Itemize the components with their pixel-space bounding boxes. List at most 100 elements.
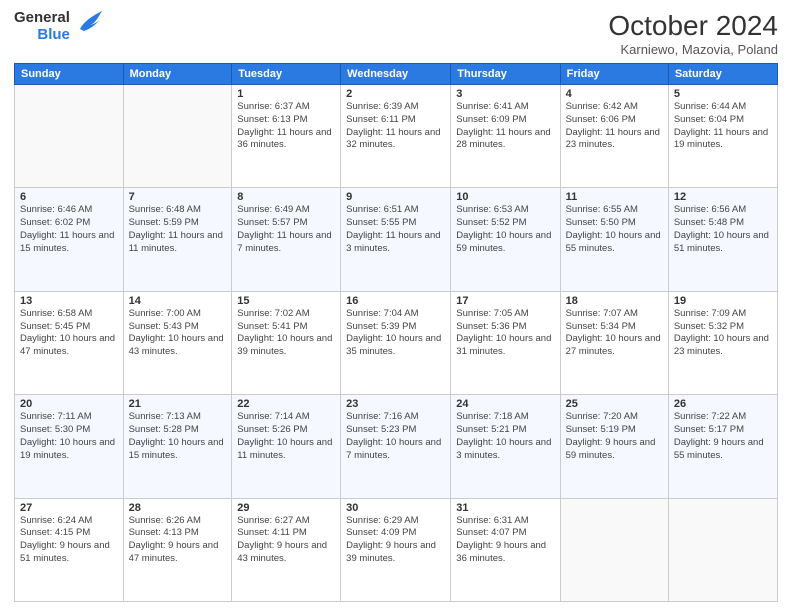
day-number: 18	[566, 295, 663, 307]
day-info: Sunrise: 6:58 AM Sunset: 5:45 PM Dayligh…	[20, 308, 118, 359]
day-info: Sunrise: 6:42 AM Sunset: 6:06 PM Dayligh…	[566, 101, 663, 152]
day-info: Sunrise: 7:14 AM Sunset: 5:26 PM Dayligh…	[237, 411, 335, 462]
calendar-day-header: Tuesday	[232, 64, 341, 85]
calendar-day-header: Thursday	[451, 64, 560, 85]
day-number: 24	[456, 398, 554, 410]
day-info: Sunrise: 7:00 AM Sunset: 5:43 PM Dayligh…	[129, 308, 227, 359]
day-info: Sunrise: 6:24 AM Sunset: 4:15 PM Dayligh…	[20, 515, 118, 566]
day-number: 25	[566, 398, 663, 410]
day-info: Sunrise: 6:44 AM Sunset: 6:04 PM Dayligh…	[674, 101, 772, 152]
calendar-day-cell	[15, 85, 124, 188]
day-number: 27	[20, 502, 118, 514]
day-info: Sunrise: 6:53 AM Sunset: 5:52 PM Dayligh…	[456, 204, 554, 255]
logo-general-text: General	[14, 10, 70, 27]
day-info: Sunrise: 6:51 AM Sunset: 5:55 PM Dayligh…	[346, 204, 445, 255]
day-info: Sunrise: 7:13 AM Sunset: 5:28 PM Dayligh…	[129, 411, 227, 462]
day-number: 17	[456, 295, 554, 307]
page: General Blue October 2024 Karniewo, Mazo…	[0, 0, 792, 612]
day-info: Sunrise: 7:18 AM Sunset: 5:21 PM Dayligh…	[456, 411, 554, 462]
day-number: 23	[346, 398, 445, 410]
day-info: Sunrise: 6:46 AM Sunset: 6:02 PM Dayligh…	[20, 204, 118, 255]
day-info: Sunrise: 7:22 AM Sunset: 5:17 PM Dayligh…	[674, 411, 772, 462]
calendar-day-cell: 27Sunrise: 6:24 AM Sunset: 4:15 PM Dayli…	[15, 498, 124, 601]
calendar-day-cell: 25Sunrise: 7:20 AM Sunset: 5:19 PM Dayli…	[560, 395, 668, 498]
day-info: Sunrise: 6:55 AM Sunset: 5:50 PM Dayligh…	[566, 204, 663, 255]
calendar-header-row: SundayMondayTuesdayWednesdayThursdayFrid…	[15, 64, 778, 85]
day-number: 8	[237, 191, 335, 203]
calendar-day-cell: 31Sunrise: 6:31 AM Sunset: 4:07 PM Dayli…	[451, 498, 560, 601]
logo-bird-icon	[76, 7, 104, 42]
day-info: Sunrise: 6:27 AM Sunset: 4:11 PM Dayligh…	[237, 515, 335, 566]
day-number: 13	[20, 295, 118, 307]
calendar-day-cell: 6Sunrise: 6:46 AM Sunset: 6:02 PM Daylig…	[15, 188, 124, 291]
calendar-day-cell: 8Sunrise: 6:49 AM Sunset: 5:57 PM Daylig…	[232, 188, 341, 291]
day-number: 11	[566, 191, 663, 203]
day-info: Sunrise: 6:29 AM Sunset: 4:09 PM Dayligh…	[346, 515, 445, 566]
day-number: 12	[674, 191, 772, 203]
day-number: 19	[674, 295, 772, 307]
day-info: Sunrise: 7:04 AM Sunset: 5:39 PM Dayligh…	[346, 308, 445, 359]
day-number: 20	[20, 398, 118, 410]
calendar-day-cell: 5Sunrise: 6:44 AM Sunset: 6:04 PM Daylig…	[668, 85, 777, 188]
calendar-week-row: 1Sunrise: 6:37 AM Sunset: 6:13 PM Daylig…	[15, 85, 778, 188]
calendar-day-cell: 14Sunrise: 7:00 AM Sunset: 5:43 PM Dayli…	[123, 291, 232, 394]
day-number: 6	[20, 191, 118, 203]
day-number: 30	[346, 502, 445, 514]
logo-blue-text: Blue	[37, 27, 70, 44]
calendar-day-header: Wednesday	[341, 64, 451, 85]
day-info: Sunrise: 6:41 AM Sunset: 6:09 PM Dayligh…	[456, 101, 554, 152]
day-info: Sunrise: 7:07 AM Sunset: 5:34 PM Dayligh…	[566, 308, 663, 359]
calendar-week-row: 6Sunrise: 6:46 AM Sunset: 6:02 PM Daylig…	[15, 188, 778, 291]
day-info: Sunrise: 7:16 AM Sunset: 5:23 PM Dayligh…	[346, 411, 445, 462]
calendar-day-cell: 7Sunrise: 6:48 AM Sunset: 5:59 PM Daylig…	[123, 188, 232, 291]
day-number: 2	[346, 88, 445, 100]
month-title: October 2024	[608, 10, 778, 42]
day-info: Sunrise: 7:09 AM Sunset: 5:32 PM Dayligh…	[674, 308, 772, 359]
day-number: 9	[346, 191, 445, 203]
day-info: Sunrise: 6:37 AM Sunset: 6:13 PM Dayligh…	[237, 101, 335, 152]
day-number: 29	[237, 502, 335, 514]
calendar-day-header: Saturday	[668, 64, 777, 85]
day-number: 21	[129, 398, 227, 410]
calendar-day-cell: 9Sunrise: 6:51 AM Sunset: 5:55 PM Daylig…	[341, 188, 451, 291]
title-block: October 2024 Karniewo, Mazovia, Poland	[608, 10, 778, 57]
calendar-day-cell: 23Sunrise: 7:16 AM Sunset: 5:23 PM Dayli…	[341, 395, 451, 498]
day-info: Sunrise: 6:39 AM Sunset: 6:11 PM Dayligh…	[346, 101, 445, 152]
day-info: Sunrise: 7:02 AM Sunset: 5:41 PM Dayligh…	[237, 308, 335, 359]
day-info: Sunrise: 7:20 AM Sunset: 5:19 PM Dayligh…	[566, 411, 663, 462]
day-number: 7	[129, 191, 227, 203]
day-number: 10	[456, 191, 554, 203]
calendar-week-row: 20Sunrise: 7:11 AM Sunset: 5:30 PM Dayli…	[15, 395, 778, 498]
calendar-day-cell: 1Sunrise: 6:37 AM Sunset: 6:13 PM Daylig…	[232, 85, 341, 188]
calendar-day-cell	[123, 85, 232, 188]
calendar-day-cell: 28Sunrise: 6:26 AM Sunset: 4:13 PM Dayli…	[123, 498, 232, 601]
day-number: 1	[237, 88, 335, 100]
calendar-day-cell: 29Sunrise: 6:27 AM Sunset: 4:11 PM Dayli…	[232, 498, 341, 601]
day-info: Sunrise: 6:31 AM Sunset: 4:07 PM Dayligh…	[456, 515, 554, 566]
calendar-day-cell: 12Sunrise: 6:56 AM Sunset: 5:48 PM Dayli…	[668, 188, 777, 291]
day-info: Sunrise: 7:05 AM Sunset: 5:36 PM Dayligh…	[456, 308, 554, 359]
calendar-day-cell: 21Sunrise: 7:13 AM Sunset: 5:28 PM Dayli…	[123, 395, 232, 498]
day-info: Sunrise: 6:49 AM Sunset: 5:57 PM Dayligh…	[237, 204, 335, 255]
calendar-day-header: Friday	[560, 64, 668, 85]
calendar-day-cell: 22Sunrise: 7:14 AM Sunset: 5:26 PM Dayli…	[232, 395, 341, 498]
calendar-day-cell: 20Sunrise: 7:11 AM Sunset: 5:30 PM Dayli…	[15, 395, 124, 498]
day-number: 3	[456, 88, 554, 100]
calendar-day-header: Monday	[123, 64, 232, 85]
logo: General Blue	[14, 10, 104, 43]
calendar-day-cell: 10Sunrise: 6:53 AM Sunset: 5:52 PM Dayli…	[451, 188, 560, 291]
calendar-day-cell: 16Sunrise: 7:04 AM Sunset: 5:39 PM Dayli…	[341, 291, 451, 394]
day-number: 16	[346, 295, 445, 307]
calendar-day-cell: 17Sunrise: 7:05 AM Sunset: 5:36 PM Dayli…	[451, 291, 560, 394]
calendar-day-cell: 24Sunrise: 7:18 AM Sunset: 5:21 PM Dayli…	[451, 395, 560, 498]
day-number: 5	[674, 88, 772, 100]
calendar-table: SundayMondayTuesdayWednesdayThursdayFrid…	[14, 63, 778, 602]
day-number: 14	[129, 295, 227, 307]
header: General Blue October 2024 Karniewo, Mazo…	[14, 10, 778, 57]
calendar-day-cell: 15Sunrise: 7:02 AM Sunset: 5:41 PM Dayli…	[232, 291, 341, 394]
calendar-day-cell: 3Sunrise: 6:41 AM Sunset: 6:09 PM Daylig…	[451, 85, 560, 188]
calendar-day-cell: 18Sunrise: 7:07 AM Sunset: 5:34 PM Dayli…	[560, 291, 668, 394]
day-info: Sunrise: 7:11 AM Sunset: 5:30 PM Dayligh…	[20, 411, 118, 462]
day-info: Sunrise: 6:48 AM Sunset: 5:59 PM Dayligh…	[129, 204, 227, 255]
location-title: Karniewo, Mazovia, Poland	[608, 42, 778, 57]
